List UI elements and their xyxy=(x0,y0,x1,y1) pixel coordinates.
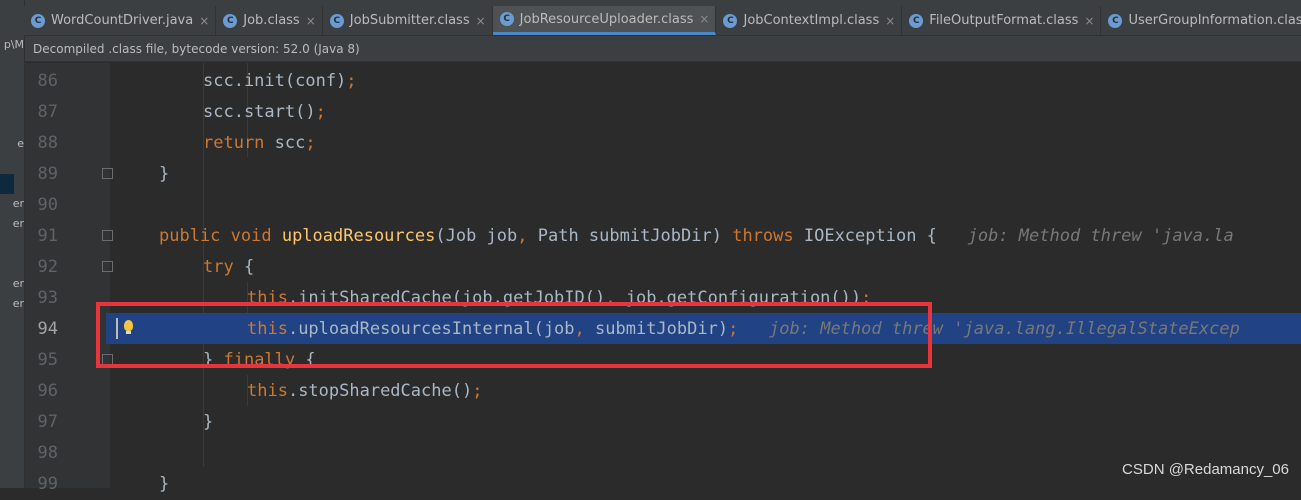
code-token: public void xyxy=(159,226,282,246)
editor-tab-bar: C WordCountDriver.java × C Job.class × C JobSub… xyxy=(24,6,1301,36)
code-token: { xyxy=(233,257,255,277)
line-number: 97 xyxy=(37,412,58,432)
code-token: return xyxy=(203,133,265,153)
code-token: try xyxy=(203,257,234,277)
editor-tab-label: JobContextImpl.class xyxy=(743,13,880,28)
decompiled-notice: Decompiled .class file, bytecode version… xyxy=(25,36,1301,62)
project-panel-edge[interactable]: p\M e er er er er xyxy=(0,0,25,488)
code-token: scc.start() xyxy=(203,102,316,122)
code-line[interactable]: 90 xyxy=(25,190,1301,221)
project-panel-fragment: p\M xyxy=(3,38,24,51)
class-file-icon: C xyxy=(31,13,45,28)
line-number: 93 xyxy=(37,288,58,308)
editor-tab[interactable]: C JobSubmitter.class × xyxy=(323,6,493,35)
project-panel-fragment: e xyxy=(17,137,24,150)
editor-tab[interactable]: C WordCountDriver.java × xyxy=(24,6,217,35)
editor-tab-label: UserGroupInformation.class xyxy=(1128,13,1301,28)
code-line[interactable]: 92 try { xyxy=(25,252,1301,283)
line-number: 89 xyxy=(37,164,58,184)
line-number: 91 xyxy=(37,226,58,246)
project-panel-selection xyxy=(0,174,14,194)
code-line[interactable]: 96 this.stopSharedCache(); xyxy=(25,376,1301,407)
class-file-icon: C xyxy=(1108,13,1123,28)
code-token: throws xyxy=(732,226,804,246)
code-token: } xyxy=(159,164,170,184)
code-text: return scc; xyxy=(203,128,316,159)
line-number: 88 xyxy=(37,133,58,153)
class-file-icon: C xyxy=(223,13,238,28)
code-text: try { xyxy=(203,252,254,283)
class-file-icon: C xyxy=(723,13,738,28)
editor-tab-label: FileOutputFormat.class xyxy=(929,13,1079,28)
line-number: 92 xyxy=(37,257,58,277)
close-icon[interactable]: × xyxy=(306,14,316,28)
code-text: scc.start(); xyxy=(203,97,326,128)
code-line[interactable]: 88 return scc; xyxy=(25,128,1301,159)
code-token: } xyxy=(159,474,170,494)
code-text: } xyxy=(203,407,213,438)
inline-debug-hint: job: Method threw 'java.la xyxy=(936,226,1234,246)
line-number: 86 xyxy=(37,71,58,91)
editor-tab-label: JobResourceUploader.class xyxy=(519,11,694,27)
project-panel-fragment: er xyxy=(12,197,24,210)
watermark: CSDN @Redamancy_06 xyxy=(1122,461,1289,478)
editor-tab[interactable]: C JobContextImpl.class × xyxy=(716,6,903,35)
code-token: uploadResources xyxy=(281,226,436,246)
close-icon[interactable]: × xyxy=(885,14,895,28)
close-icon[interactable]: × xyxy=(1084,14,1094,28)
project-panel-fragment: er xyxy=(12,297,24,310)
line-number: 99 xyxy=(37,474,58,494)
code-token: Path submitJobDir) xyxy=(537,226,733,246)
line-number: 96 xyxy=(37,381,58,401)
fold-marker-icon[interactable] xyxy=(102,230,113,241)
code-line[interactable]: 97} xyxy=(25,407,1301,438)
code-token: , xyxy=(517,226,538,246)
code-token: ; xyxy=(472,381,483,401)
annotation-highlight-box xyxy=(96,302,932,368)
class-file-icon: C xyxy=(909,13,924,28)
class-file-icon: C xyxy=(329,13,344,28)
code-token: ; xyxy=(346,71,357,91)
code-text: scc.init(conf); xyxy=(203,66,357,97)
code-line[interactable]: 89} xyxy=(25,159,1301,190)
code-token: scc.init(conf) xyxy=(203,71,347,91)
editor-tab-label: Job.class xyxy=(243,13,300,28)
fold-marker-icon[interactable] xyxy=(102,168,113,179)
editor-tab-label: WordCountDriver.java xyxy=(51,13,194,28)
editor-tab[interactable]: C FileOutputFormat.class × xyxy=(902,6,1102,35)
editor-tab-label: JobSubmitter.class xyxy=(349,13,470,28)
code-text: public void uploadResources(Job job, Pat… xyxy=(159,221,1234,252)
close-icon[interactable]: × xyxy=(699,12,709,26)
line-number: 90 xyxy=(37,195,58,215)
code-token: scc xyxy=(264,133,306,153)
project-panel-fragment: er xyxy=(12,277,24,290)
code-text: this.stopSharedCache(); xyxy=(247,376,482,407)
project-panel-fragment: er xyxy=(12,217,24,230)
line-number: 95 xyxy=(37,350,58,370)
fold-marker-icon[interactable] xyxy=(102,261,113,272)
line-number: 87 xyxy=(37,102,58,122)
code-line[interactable]: 87 scc.start(); xyxy=(25,97,1301,128)
editor-tab[interactable]: CUserGroupInformation.class× xyxy=(1101,6,1301,35)
code-line[interactable]: 91 public void uploadResources(Job job, P… xyxy=(25,221,1301,252)
code-line[interactable]: 86 scc.init(conf); xyxy=(25,66,1301,97)
code-line[interactable]: 99} xyxy=(25,469,1301,500)
code-text: } xyxy=(159,469,169,500)
editor-tab[interactable]: C Job.class × xyxy=(216,6,323,35)
code-token: this xyxy=(247,381,288,401)
line-number: 98 xyxy=(37,443,58,463)
editor-tab[interactable]: C JobResourceUploader.class × xyxy=(492,6,717,35)
close-icon[interactable]: × xyxy=(199,14,209,28)
code-token: ; xyxy=(315,102,326,122)
code-token: ; xyxy=(305,133,316,153)
code-token: } xyxy=(203,412,214,432)
close-icon[interactable]: × xyxy=(476,14,486,28)
code-token: .stopSharedCache() xyxy=(287,381,473,401)
code-line[interactable]: 98 xyxy=(25,438,1301,469)
code-token: IOException { xyxy=(803,226,937,246)
code-token: (Job job xyxy=(435,226,518,246)
line-number: 94 xyxy=(37,319,58,339)
class-file-icon: C xyxy=(499,12,514,26)
code-text: } xyxy=(159,159,169,190)
